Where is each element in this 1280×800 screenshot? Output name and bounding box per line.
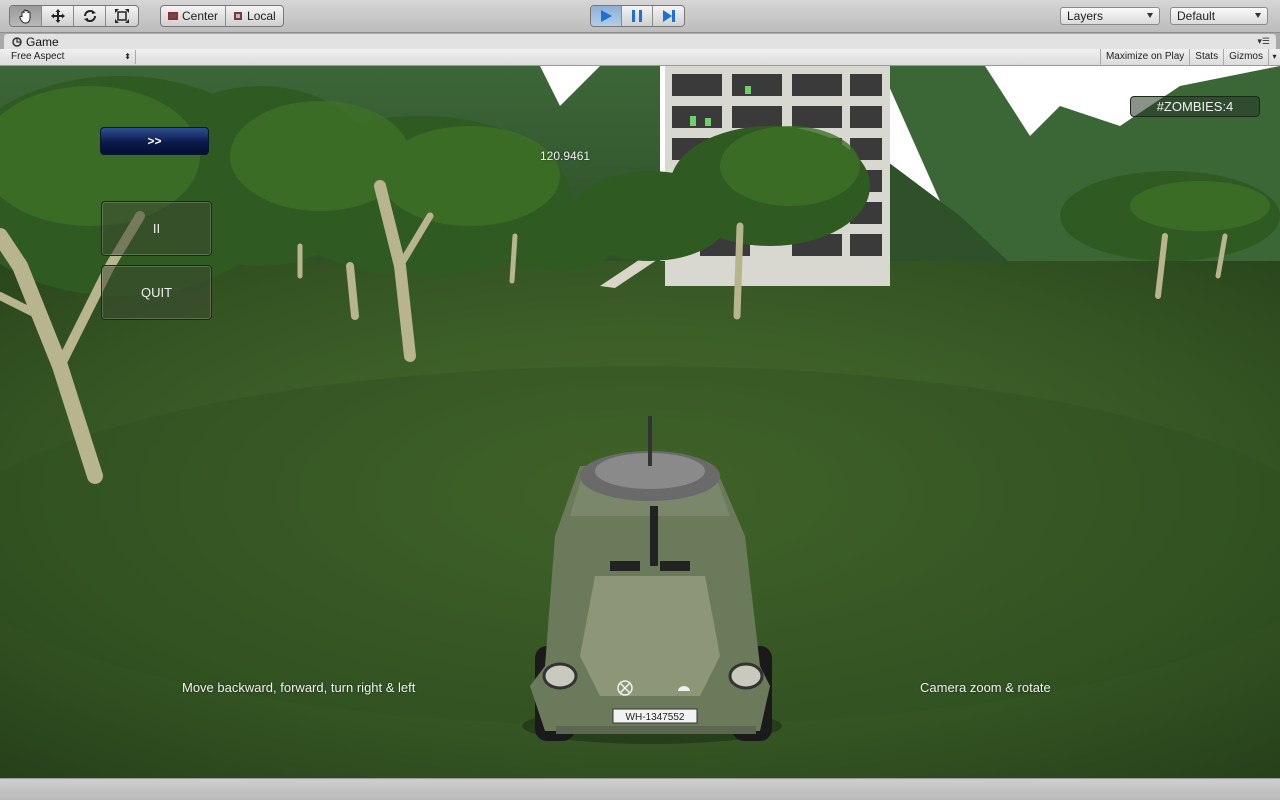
gizmos-toggle[interactable]: Gizmos xyxy=(1223,49,1268,66)
scale-tool-button[interactable] xyxy=(106,6,138,26)
chevron-down-icon xyxy=(1147,13,1153,18)
maximize-on-play-toggle[interactable]: Maximize on Play xyxy=(1099,49,1189,66)
pivot-toggle-group: Center Local xyxy=(160,5,284,27)
pause-icon xyxy=(632,10,642,22)
game-view-toolbar: Free Aspect ⬍ Maximize on Play Stats Giz… xyxy=(0,49,1280,66)
layers-dropdown[interactable]: Layers xyxy=(1060,7,1160,25)
quit-button[interactable]: QUIT xyxy=(101,265,212,320)
pivot-center-button[interactable]: Center xyxy=(161,6,227,26)
pivot-local-icon xyxy=(234,12,243,20)
unity-toolbar: Center Local Layers Default xyxy=(0,0,1280,33)
game-view-options: Maximize on Play Stats Gizmos ▾ xyxy=(1099,49,1280,66)
pause-button[interactable] xyxy=(622,6,653,26)
game-scene: WH-1347552 xyxy=(0,66,1280,778)
layout-label: Default xyxy=(1177,9,1216,23)
zombie-counter: #ZOMBIES:4 xyxy=(1130,96,1260,117)
tab-game-label: Game xyxy=(26,35,59,49)
camera-hint: Camera zoom & rotate xyxy=(920,680,1051,695)
license-plate: WH-1347552 xyxy=(612,708,698,724)
pivot-center-label: Center xyxy=(182,9,219,23)
aspect-label: Free Aspect xyxy=(11,51,65,62)
pivot-local-label: Local xyxy=(247,9,276,23)
pivot-local-button[interactable]: Local xyxy=(226,6,283,26)
aspect-dropdown[interactable]: Free Aspect ⬍ xyxy=(6,50,136,64)
status-bar xyxy=(0,778,1280,800)
stats-toggle[interactable]: Stats xyxy=(1189,49,1223,66)
rotate-tool-button[interactable] xyxy=(74,6,106,26)
gizmos-dropdown-icon[interactable]: ▾ xyxy=(1268,49,1280,66)
hand-icon xyxy=(18,9,30,24)
play-icon xyxy=(601,10,612,22)
pivot-center-icon xyxy=(168,12,178,20)
step-icon xyxy=(662,10,675,22)
hand-tool-button[interactable] xyxy=(10,6,42,26)
play-button[interactable] xyxy=(591,6,622,26)
timer-readout: 120.9461 xyxy=(540,149,591,163)
pause-game-button[interactable]: II xyxy=(101,201,212,256)
license-plate-text: WH-1347552 xyxy=(626,712,685,723)
layers-label: Layers xyxy=(1067,9,1104,23)
play-controls xyxy=(590,5,685,27)
chevron-down-icon xyxy=(1255,13,1261,18)
game-view-icon xyxy=(12,37,22,47)
panel-menu-icon[interactable]: ▾☰ xyxy=(1257,36,1270,47)
tab-game[interactable]: Game ▾☰ xyxy=(4,34,1276,50)
move-icon xyxy=(50,9,65,23)
layout-dropdown[interactable]: Default xyxy=(1170,7,1268,25)
scale-icon xyxy=(115,9,129,23)
panel-tab-bar: Game ▾☰ xyxy=(0,33,1280,50)
move-hint: Move backward, forward, turn right & lef… xyxy=(182,680,416,695)
move-tool-button[interactable] xyxy=(42,6,74,26)
transform-tools xyxy=(9,5,139,27)
rotate-icon xyxy=(83,10,96,22)
step-button[interactable] xyxy=(653,6,684,26)
next-button[interactable]: >> xyxy=(100,127,209,155)
updown-caret-icon: ⬍ xyxy=(124,52,131,61)
game-view[interactable]: WH-1347552 >> II QUIT 120.9461 #ZOMBIES:… xyxy=(0,66,1280,778)
